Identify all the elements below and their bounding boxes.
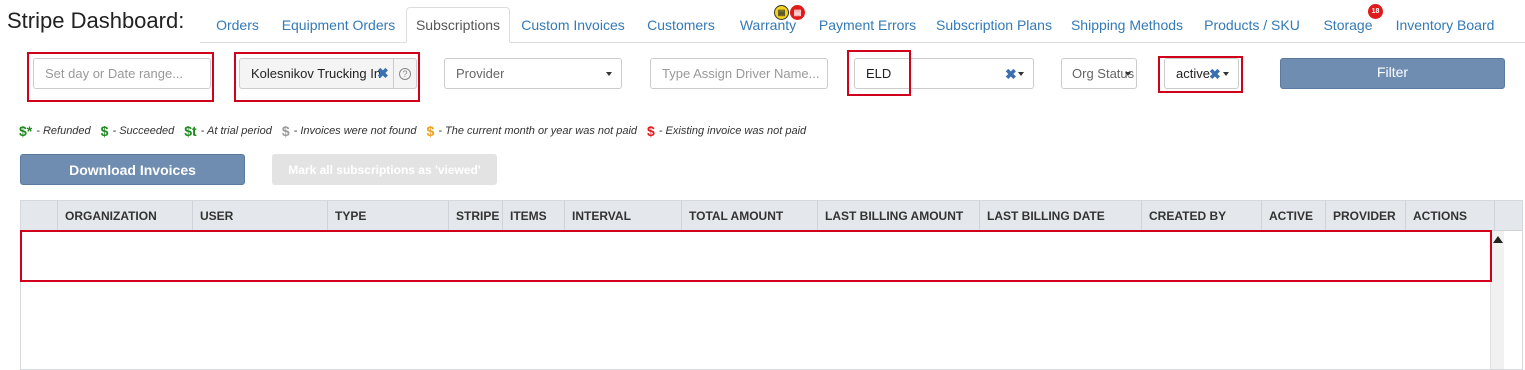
chevron-down-icon [606, 72, 612, 76]
tab-inventory-board[interactable]: Inventory Board [1392, 7, 1498, 43]
tab-orders[interactable]: Orders [207, 7, 268, 43]
legend-symbol: $ [647, 123, 655, 139]
legend-invoice-not-paid: $ - Existing invoice was not paid [647, 123, 806, 139]
legend-not-found: $ - Invoices were not found [282, 123, 417, 139]
calendar-badge-icon: ▤ [774, 5, 789, 20]
legend-text: - The current month or year was not paid [438, 125, 638, 137]
column-header[interactable]: TOTAL AMOUNT [681, 201, 817, 231]
scroll-header-corner [1494, 201, 1522, 231]
download-invoices-button[interactable]: Download Invoices [20, 154, 245, 185]
column-header[interactable]: ITEMS [502, 201, 564, 231]
legend-text: - Invoices were not found [293, 125, 417, 137]
organization-value: Kolesnikov Trucking Inc [251, 66, 380, 81]
column-header[interactable]: PROVIDER [1325, 201, 1405, 231]
type-value: ELD [866, 66, 892, 81]
storage-count-badge: 18 [1368, 4, 1383, 19]
active-clear-icon[interactable]: ✖ [1209, 66, 1221, 83]
legend-text: - Refunded [36, 125, 91, 137]
tab-shipping-methods[interactable]: Shipping Methods [1066, 7, 1188, 43]
legend-symbol: $ [426, 123, 435, 139]
chevron-down-icon [1018, 72, 1024, 76]
tab-payment-errors[interactable]: Payment Errors [815, 7, 920, 43]
tab-subscription-plans[interactable]: Subscription Plans [932, 7, 1056, 43]
scroll-up-arrow-icon[interactable] [1493, 236, 1503, 243]
column-header[interactable]: ORGANIZATION [57, 201, 193, 231]
filter-button[interactable]: Filter [1280, 58, 1505, 89]
column-header[interactable]: LAST BILLING DATE [979, 201, 1141, 231]
organization-select[interactable]: Kolesnikov Trucking Inc ✖ ? [239, 58, 417, 89]
tab-custom-invoices[interactable]: Custom Invoices [518, 7, 628, 43]
date-range-input[interactable]: Set day or Date range... [33, 58, 211, 89]
page-title: Stripe Dashboard: [7, 8, 185, 33]
subscriptions-table: ORGANIZATION USER TYPE STRIPE ITEMS INTE… [20, 200, 1523, 370]
column-header[interactable]: STRIPE [448, 201, 502, 231]
calendar-alert-badge-icon: ▤ [790, 5, 805, 20]
active-select[interactable]: active ✖ [1164, 58, 1239, 89]
mark-viewed-button[interactable]: Mark all subscriptions as 'viewed' [272, 154, 497, 185]
legend-text: - Existing invoice was not paid [658, 125, 807, 137]
legend-symbol: $* [19, 123, 33, 139]
organization-clear-icon[interactable]: ✖ [377, 65, 389, 82]
legend-symbol: $ [281, 123, 290, 139]
column-header[interactable]: TYPE [327, 201, 448, 231]
assign-driver-input[interactable]: Type Assign Driver Name... [650, 58, 828, 89]
chevron-down-icon [1223, 72, 1229, 76]
column-header[interactable]: LAST BILLING AMOUNT [817, 201, 979, 231]
column-header[interactable]: ACTIVE [1261, 201, 1325, 231]
org-status-placeholder: Org Status [1072, 66, 1135, 81]
type-clear-icon[interactable]: ✖ [1005, 66, 1017, 83]
legend-symbol: $ [100, 123, 109, 139]
tab-equipment-orders[interactable]: Equipment Orders [276, 7, 401, 43]
legend: $* - Refunded $ - Succeeded $t - At tria… [19, 123, 816, 139]
date-range-placeholder: Set day or Date range... [45, 66, 184, 81]
legend-succeeded: $ - Succeeded [101, 123, 175, 139]
legend-not-paid-period: $ - The current month or year was not pa… [427, 123, 638, 139]
help-icon[interactable]: ? [393, 59, 416, 88]
table-header: ORGANIZATION USER TYPE STRIPE ITEMS INTE… [21, 201, 1494, 231]
tab-products-sku[interactable]: Products / SKU [1199, 7, 1305, 43]
column-header[interactable]: USER [192, 201, 327, 231]
column-header[interactable]: INTERVAL [564, 201, 681, 231]
column-header[interactable]: ACTIONS [1405, 201, 1494, 231]
assign-driver-placeholder: Type Assign Driver Name... [662, 66, 820, 81]
column-header[interactable]: CREATED BY [1141, 201, 1261, 231]
provider-placeholder: Provider [456, 66, 505, 81]
type-select[interactable]: ELD ✖ [854, 58, 1034, 89]
legend-refunded: $* - Refunded [19, 123, 91, 139]
legend-symbol: $t [184, 123, 197, 139]
legend-text: - Succeeded [112, 125, 175, 137]
tab-subscriptions[interactable]: Subscriptions [406, 7, 510, 43]
vertical-scrollbar[interactable] [1490, 231, 1504, 369]
legend-trial: $t - At trial period [184, 123, 272, 139]
org-status-select[interactable]: Org Status [1061, 58, 1137, 89]
legend-text: - At trial period [200, 125, 272, 137]
chevron-down-icon [1125, 72, 1131, 76]
tab-customers[interactable]: Customers [641, 7, 721, 43]
provider-select[interactable]: Provider [444, 58, 622, 89]
active-value: active [1176, 66, 1210, 81]
